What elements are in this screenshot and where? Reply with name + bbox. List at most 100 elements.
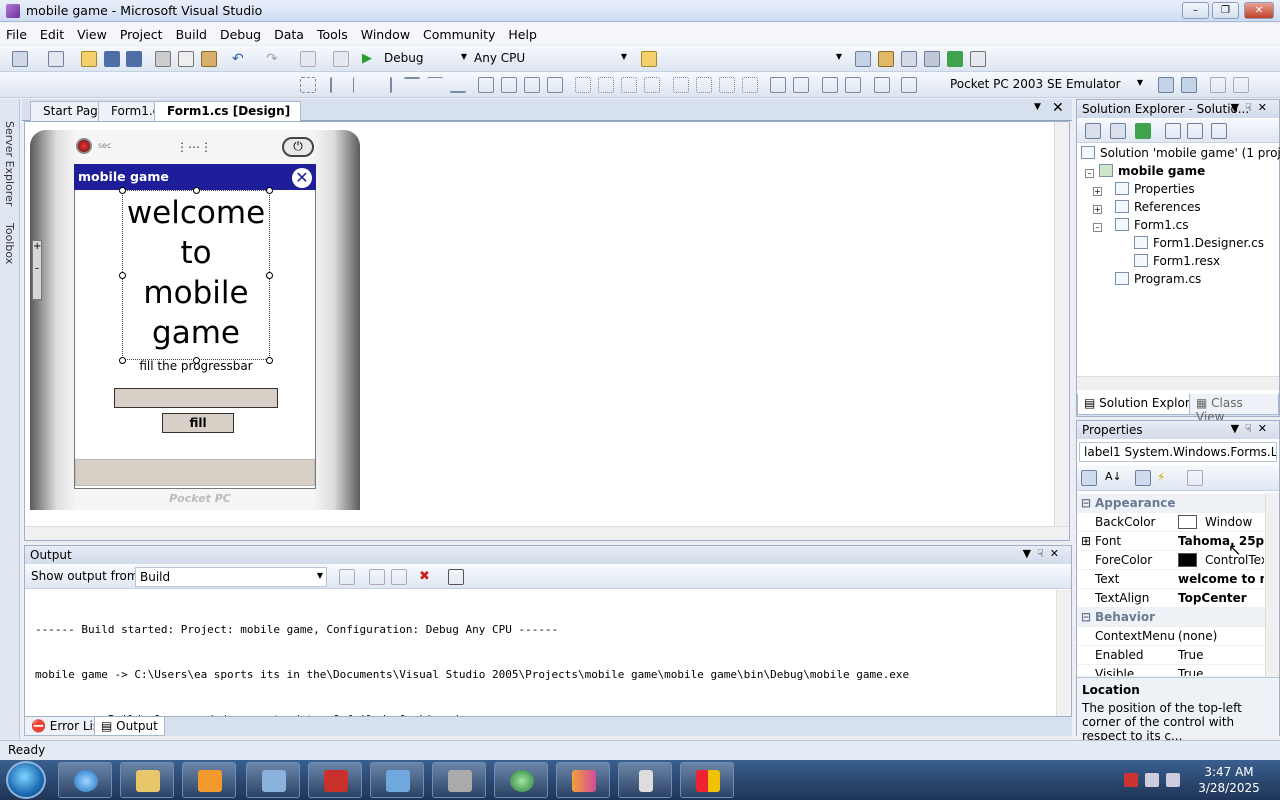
tab-order-icon[interactable] [901,77,917,93]
object-selector[interactable]: label1 System.Windows.Forms.Lal [1079,442,1277,462]
make-same-height-icon[interactable] [501,77,517,93]
align-to-grid-icon[interactable] [300,77,316,93]
view-code-icon[interactable] [1165,123,1181,139]
taskbar-network[interactable] [494,762,548,798]
remove-vertical-spacing-icon[interactable] [742,77,758,93]
toggle-word-wrap-icon[interactable] [448,569,464,585]
expand-icon[interactable]: + [1093,187,1102,196]
platform-combo[interactable]: Any CPU ▼ [470,49,630,69]
tree-properties[interactable]: Properties [1115,182,1195,196]
undo-icon[interactable]: ↶ [232,51,248,67]
align-middles-icon[interactable] [427,77,443,93]
menu-file[interactable]: File [0,23,34,42]
redo-icon[interactable]: ↷ [266,51,282,67]
output-source-combo[interactable]: Build ▼ [135,567,327,587]
tree-project[interactable]: mobile game [1099,164,1205,178]
form-close-icon[interactable]: ✕ [292,168,312,188]
properties-window-icon[interactable] [878,51,894,67]
center-horizontally-icon[interactable] [770,77,786,93]
copy-icon[interactable] [178,51,194,67]
make-same-width-icon[interactable] [478,77,494,93]
tree-solution[interactable]: Solution 'mobile game' (1 project) [1081,146,1280,160]
resize-handle[interactable] [119,272,126,279]
designer-vertical-scrollbar[interactable] [1054,122,1069,526]
property-pages-icon[interactable] [1187,470,1203,486]
tree-form1-designer-cs[interactable]: Form1.Designer.cs [1134,236,1264,250]
menu-community[interactable]: Community [417,23,502,42]
new-project-icon[interactable] [12,51,28,67]
align-bottoms-icon[interactable] [450,77,466,93]
increase-horizontal-spacing-icon[interactable] [598,77,614,93]
properties-scrollbar[interactable] [1265,493,1279,695]
taskbar-file-explorer[interactable] [120,762,174,798]
menu-window[interactable]: Window [355,23,417,42]
resize-handle[interactable] [266,187,273,194]
start-page-icon[interactable] [947,51,963,67]
properties-icon[interactable] [1085,123,1101,139]
tree-program-cs[interactable]: Program.cs [1115,272,1201,286]
main-menu-bar[interactable] [75,459,315,486]
view-designer-icon[interactable] [1187,123,1203,139]
events-lightning-icon[interactable]: ⚡ [1157,470,1173,486]
increase-vertical-spacing-icon[interactable] [696,77,712,93]
portrait-icon[interactable] [1210,77,1226,93]
collapse-icon[interactable]: – [1093,223,1102,232]
tree-references[interactable]: References [1115,200,1201,214]
designer-horizontal-scrollbar[interactable] [25,526,1069,540]
menu-edit[interactable]: Edit [34,23,71,42]
tab-list-chevron-icon[interactable]: ▼ [1034,102,1041,112]
center-vertically-icon[interactable] [793,77,809,93]
properties-view-icon[interactable] [1135,470,1151,486]
config-combo[interactable]: Debug ▼ [380,49,470,69]
save-icon[interactable] [104,51,120,67]
previous-message-icon[interactable] [369,569,385,585]
show-all-files-icon[interactable] [1110,123,1126,139]
maximize-button[interactable]: ❐ [1212,2,1239,19]
network-icon[interactable] [1145,773,1159,787]
align-lefts-icon[interactable] [330,77,346,93]
menu-project[interactable]: Project [114,23,170,42]
taskbar-visual-studio[interactable] [556,762,610,798]
taskbar-tools[interactable] [432,762,486,798]
panel-controls-icon[interactable]: ▼☟✕ [1023,547,1065,560]
expand-icon[interactable]: ⊞ [1081,534,1091,548]
category-behavior[interactable]: ⊟ Behavior [1077,608,1265,627]
toolbox-icon[interactable] [924,51,940,67]
taskbar-internet-explorer[interactable] [58,762,112,798]
panel-controls-icon[interactable]: ▼☟✕ [1231,422,1273,435]
label2-control[interactable]: fill the progressbar [120,359,272,373]
refresh-icon[interactable] [1135,123,1151,139]
device-options-icon[interactable] [1181,77,1197,93]
align-rights-icon[interactable] [376,77,392,93]
prop-row-text[interactable]: Textwelcome to mo [1077,570,1265,589]
tab-form1-design[interactable]: Form1.cs [Design] [154,101,302,122]
label1-control[interactable]: welcome to mobile game [122,190,270,360]
taskbar-device-emulator[interactable] [618,762,672,798]
vertical-spacing-equal-icon[interactable] [673,77,689,93]
solution-explorer-icon[interactable] [855,51,871,67]
prop-row-visible[interactable]: Visible True [1077,665,1265,677]
fill-button[interactable]: fill [162,413,234,433]
tree-form1-cs[interactable]: Form1.cs [1115,218,1189,232]
collapse-icon[interactable]: ⊟ [1081,610,1091,624]
clock[interactable]: 3:47 AM 3/28/2025 [1180,764,1278,796]
align-tops-icon[interactable] [404,77,420,93]
prop-row-textalign[interactable]: TextAlign TopCenter [1077,589,1265,608]
resize-handle[interactable] [193,187,200,194]
paste-icon[interactable] [201,51,217,67]
progressbar-control[interactable] [114,388,278,408]
category-appearance[interactable]: ⊟ Appearance [1077,494,1265,513]
bring-to-front-icon[interactable] [822,77,838,93]
object-browser-icon[interactable] [901,51,917,67]
menu-help[interactable]: Help [502,23,544,42]
tab-class-view[interactable]: ▦ Class View [1189,394,1279,424]
menu-build[interactable]: Build [170,23,214,42]
resize-handle[interactable] [266,272,273,279]
collapse-icon[interactable]: ⊟ [1081,496,1091,510]
horizontal-spacing-equal-icon[interactable] [575,77,591,93]
lock-controls-icon[interactable] [874,77,890,93]
navigate-forward-icon[interactable] [333,51,349,67]
resize-handle[interactable] [119,187,126,194]
close-document-icon[interactable]: ✕ [1052,100,1064,116]
decrease-vertical-spacing-icon[interactable] [719,77,735,93]
